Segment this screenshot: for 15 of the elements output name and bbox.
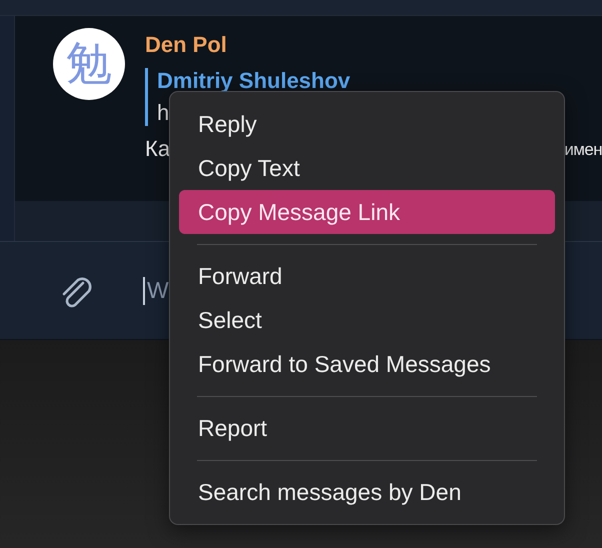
menu-item[interactable]: Reply — [179, 102, 555, 146]
quoted-text: h — [157, 100, 170, 126]
message-input[interactable]: W — [143, 276, 169, 304]
message-text: имен — [564, 140, 602, 161]
menu-item[interactable]: Forward — [179, 254, 555, 298]
menu-item[interactable]: Select — [179, 298, 555, 342]
author-name: Den Pol — [145, 32, 227, 58]
menu-item[interactable]: Copy Text — [179, 146, 555, 190]
menu-item[interactable]: Search messages by Den — [179, 470, 555, 514]
quoted-author: Dmitriy Shuleshov — [157, 68, 350, 94]
menu-item[interactable]: Forward to Saved Messages — [179, 342, 555, 386]
avatar: 勉 — [53, 28, 125, 100]
menu-item[interactable]: Copy Message Link — [179, 190, 555, 234]
menu-item[interactable]: Report — [179, 406, 555, 450]
message-text: Ка — [145, 136, 170, 162]
